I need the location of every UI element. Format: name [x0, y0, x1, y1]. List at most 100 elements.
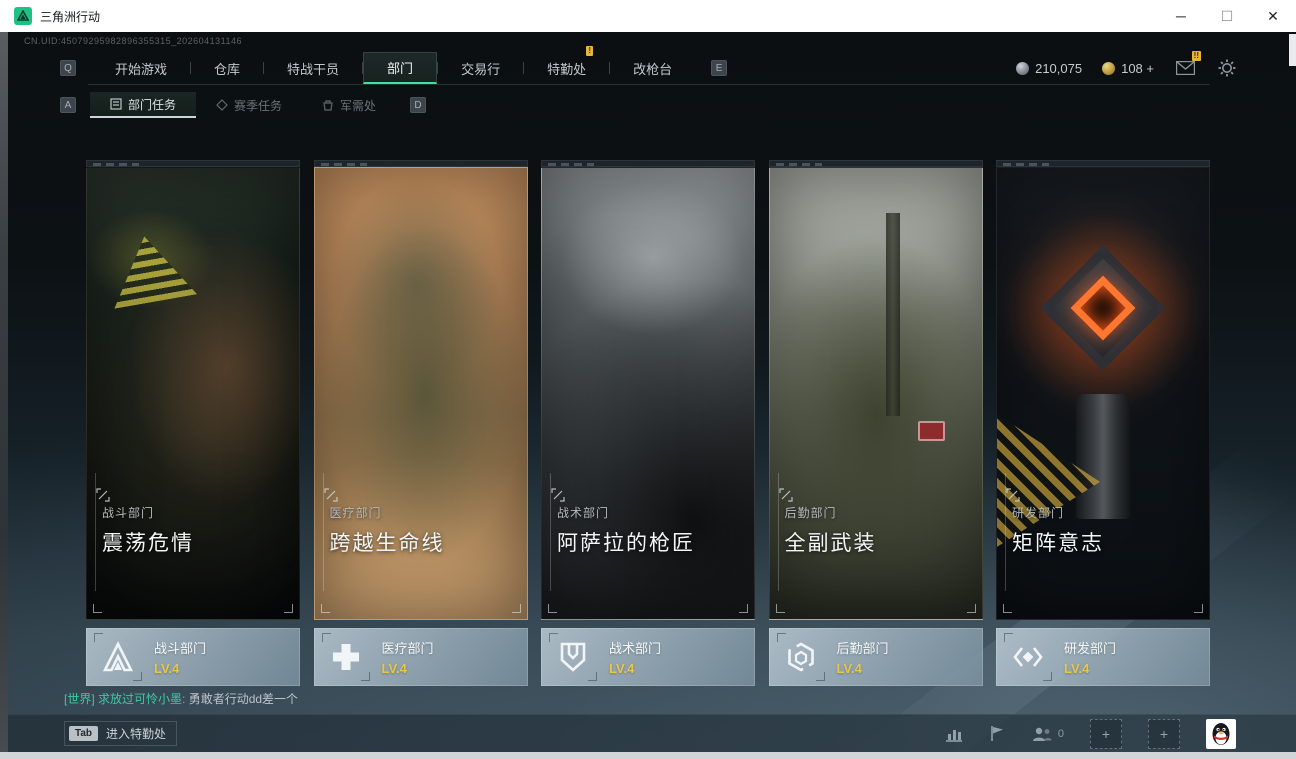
subtab-season-tasks[interactable]: 赛季任务 [196, 92, 302, 118]
settings-button[interactable] [1216, 57, 1238, 79]
qq-invite-button[interactable] [1206, 718, 1236, 749]
subnav-next-keycap[interactable]: D [410, 97, 427, 113]
tab-gunsmith[interactable]: 改枪台 [610, 52, 695, 84]
department-footer-medical[interactable]: 医疗部门 LV.4 [313, 628, 528, 686]
app-logo-icon [14, 7, 32, 25]
card-art-shape [886, 213, 901, 417]
tab-operators[interactable]: 特战干员 [264, 52, 362, 84]
tab-market[interactable]: 交易行 [438, 52, 523, 84]
silver-coin-icon [1016, 61, 1030, 75]
corner-mark [739, 604, 748, 613]
report-button[interactable] [989, 725, 1005, 742]
card-caption: 战术部门 阿萨拉的枪匠 [557, 504, 695, 557]
department-category: 医疗部门 [329, 506, 382, 520]
alert-badge: ! [586, 46, 594, 56]
card-art: 后勤部门 全副武装 [768, 167, 983, 620]
card-header-strip [996, 160, 1210, 167]
chat-message[interactable]: [世界] 求放过可怜小墨: 勇敢者行动dd差一个 [64, 690, 298, 707]
close-button[interactable]: ✕ [1250, 0, 1296, 32]
enter-special-service-button[interactable]: Tab 进入特勤处 [64, 721, 178, 746]
card-art-shape [918, 420, 946, 441]
card-caption: 后勤部门 全副武装 [785, 504, 877, 557]
invite-slot-button[interactable]: + [1090, 718, 1122, 749]
corner-mark [1194, 604, 1203, 613]
tab-special-service[interactable]: 特勤处 ! [524, 46, 609, 84]
background-window-sliver [1289, 34, 1296, 66]
corner-mark [775, 604, 785, 613]
invite-slot-button[interactable]: + [1148, 718, 1180, 749]
tab-start-game[interactable]: 开始游戏 [92, 52, 190, 84]
silver-currency[interactable]: 210,075 [1016, 61, 1082, 76]
subtab-label: 军需处 [340, 98, 377, 113]
corner-mark [93, 604, 102, 613]
department-footer-combat[interactable]: 战斗部门 LV.4 [86, 628, 300, 686]
footer-category: 战术部门 [609, 641, 662, 656]
nav-divider [88, 84, 1210, 85]
department-level: LV.4 [609, 661, 635, 676]
subnav-prev-keycap[interactable]: A [60, 97, 76, 113]
footer-category: 医疗部门 [381, 641, 434, 656]
corner-mark [966, 604, 976, 613]
gold-currency[interactable]: 108 + [1102, 61, 1154, 76]
subtab-label: 赛季任务 [234, 98, 283, 113]
maximize-button[interactable]: ☐ [1204, 0, 1250, 32]
combat-emblem-icon [94, 633, 142, 681]
department-cards: 战斗部门 震荡危情 战斗部门 LV.4 医疗部门 跨越生命线 医疗部门 LV.4… [86, 160, 1210, 686]
nav-next-keycap[interactable]: E [711, 60, 728, 76]
silver-amount: 210,075 [1035, 60, 1083, 76]
tactical-shield-icon [549, 633, 597, 681]
background-window-sliver [0, 32, 8, 752]
gear-icon [1218, 59, 1236, 77]
department-card-medical[interactable]: 医疗部门 跨越生命线 医疗部门 LV.4 [313, 160, 528, 686]
mail-button[interactable]: !! [1174, 51, 1201, 79]
card-caption: 研发部门 矩阵意志 [1012, 504, 1104, 557]
chat-channel-sender: [世界] 求放过可怜小墨: [64, 692, 186, 706]
task-list-icon [110, 98, 122, 110]
card-caption: 医疗部门 跨越生命线 [330, 504, 445, 557]
department-footer-research[interactable]: 研发部门 LV.4 [996, 628, 1210, 686]
card-art: 医疗部门 跨越生命线 [313, 167, 528, 620]
department-category: 后勤部门 [784, 506, 837, 520]
team-button[interactable]: 0 [1031, 726, 1064, 742]
department-card-research[interactable]: 研发部门 矩阵意志 研发部门 LV.4 [996, 160, 1210, 686]
department-level: LV.4 [1064, 661, 1090, 676]
supply-icon [322, 99, 334, 111]
department-card-logistics[interactable]: 后勤部门 全副武装 后勤部门 LV.4 [768, 160, 983, 686]
nav-prev-keycap[interactable]: Q [60, 60, 76, 76]
card-caption: 战斗部门 震荡危情 [102, 504, 194, 557]
tab-department[interactable]: 部门 [363, 52, 438, 84]
mail-alert-badge: !! [1191, 51, 1201, 61]
department-footer-tactical[interactable]: 战术部门 LV.4 [541, 628, 755, 686]
stats-button[interactable] [945, 726, 963, 742]
subtab-label: 部门任务 [128, 97, 177, 112]
mission-title: 矩阵意志 [1012, 532, 1104, 555]
qq-penguin-icon [1212, 722, 1230, 745]
subtab-department-tasks[interactable]: 部门任务 [90, 92, 197, 118]
minimize-button[interactable]: ─ [1158, 0, 1204, 32]
plus-icon: + [1159, 725, 1169, 742]
mission-title: 全副武装 [784, 532, 877, 555]
mail-icon [1175, 61, 1195, 75]
department-card-combat[interactable]: 战斗部门 震荡危情 战斗部门 LV.4 [86, 160, 300, 686]
department-category: 战术部门 [557, 506, 610, 520]
team-count: 0 [1057, 727, 1064, 740]
department-card-tactical[interactable]: 战术部门 阿萨拉的枪匠 战术部门 LV.4 [541, 160, 755, 686]
account-uid: CN.UID:45079295982896355315_202604131146 [24, 36, 243, 46]
taskbar-edge [0, 752, 1296, 759]
tab-warehouse[interactable]: 仓库 [191, 52, 263, 84]
card-art: 战斗部门 震荡危情 [86, 167, 300, 620]
gold-coin-icon [1102, 61, 1116, 75]
department-category: 研发部门 [1012, 506, 1065, 520]
card-art-shape [1076, 393, 1130, 519]
card-header-strip [541, 160, 755, 167]
department-footer-logistics[interactable]: 后勤部门 LV.4 [768, 628, 983, 686]
corner-mark [1003, 604, 1012, 613]
corner-mark [511, 604, 521, 613]
subtab-quartermaster[interactable]: 军需处 [302, 92, 396, 118]
corner-mark [548, 604, 557, 613]
footer-category: 后勤部门 [836, 641, 889, 656]
card-art-shape [103, 229, 197, 309]
gold-amount: 108 + [1121, 60, 1154, 76]
department-category: 战斗部门 [102, 506, 155, 520]
card-art: 战术部门 阿萨拉的枪匠 [541, 167, 755, 620]
